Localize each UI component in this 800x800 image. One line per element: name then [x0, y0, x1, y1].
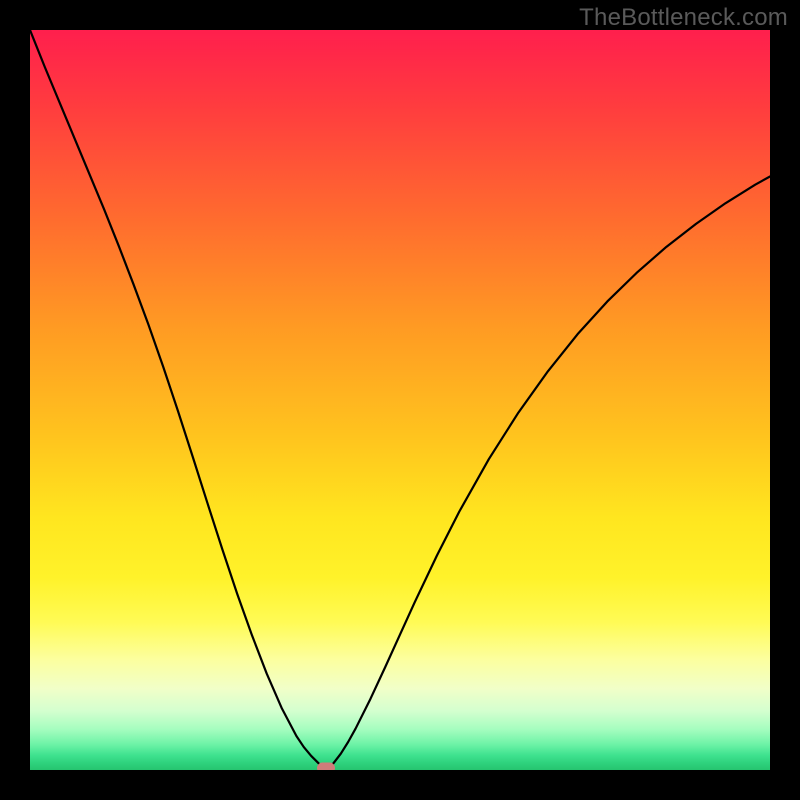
chart-frame: TheBottleneck.com [0, 0, 800, 800]
optimum-marker [317, 763, 335, 771]
plot-area [30, 30, 770, 770]
watermark: TheBottleneck.com [579, 4, 788, 32]
curve-svg [30, 30, 770, 770]
bottleneck-curve [30, 30, 770, 770]
